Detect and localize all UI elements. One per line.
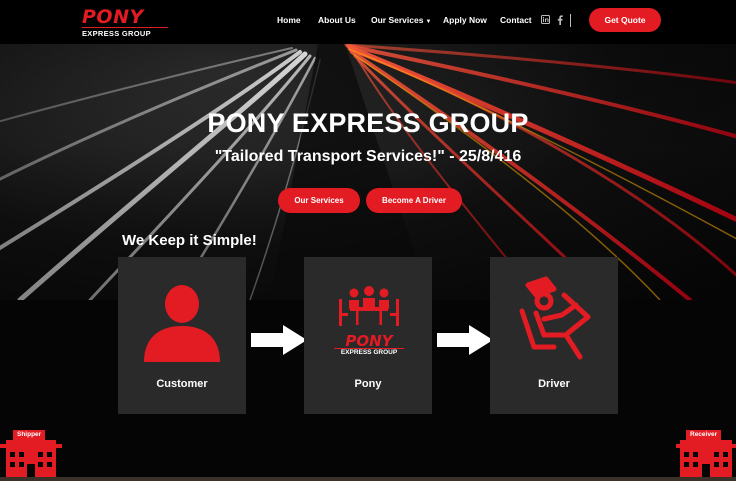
- arrow-right-icon: [251, 325, 307, 355]
- ground-strip: [0, 477, 736, 481]
- meeting-icon: [339, 286, 399, 326]
- brand-logo[interactable]: PONY EXPRESS GROUP: [82, 6, 168, 38]
- facebook-icon[interactable]: [557, 15, 563, 27]
- arrow-right-icon: [437, 325, 493, 355]
- hero-title: PONY EXPRESS GROUP: [207, 108, 529, 138]
- nav-our-services-label: Our Services: [371, 15, 424, 25]
- process-label-pony: Pony: [354, 378, 382, 390]
- nav-apply-now[interactable]: Apply Now: [443, 15, 487, 25]
- our-services-button[interactable]: Our Services: [278, 188, 360, 213]
- process-card-pony: PONY EXPRESS GROUP Pony: [304, 257, 432, 414]
- logo-main-text: PONY: [82, 6, 144, 28]
- nav-our-services[interactable]: Our Services ▼: [371, 15, 431, 25]
- process-card-customer: Customer: [118, 257, 246, 414]
- shipper-building-icon: [0, 440, 62, 478]
- site-header: PONY EXPRESS GROUP Home About Us Our Ser…: [0, 0, 736, 44]
- pony-logo: PONY EXPRESS GROUP: [334, 334, 404, 356]
- receiver-building-icon: [676, 440, 736, 478]
- get-quote-button[interactable]: Get Quote: [589, 8, 661, 32]
- logo-sub-text: EXPRESS GROUP: [82, 27, 168, 38]
- hero-subtitle: "Tailored Transport Services!" - 25/8/41…: [214, 148, 522, 165]
- pony-logo-sub: EXPRESS GROUP: [334, 348, 404, 356]
- process-label-driver: Driver: [538, 378, 570, 390]
- nav-home[interactable]: Home: [277, 15, 301, 25]
- nav-contact[interactable]: Contact: [500, 15, 532, 25]
- driver-icon: [519, 276, 591, 360]
- user-icon: [144, 285, 220, 362]
- process-label-customer: Customer: [156, 378, 208, 390]
- pony-logo-main: PONY: [345, 332, 393, 350]
- chevron-down-icon: ▼: [425, 19, 432, 25]
- become-a-driver-button[interactable]: Become A Driver: [366, 188, 462, 213]
- linkedin-icon[interactable]: [541, 15, 550, 26]
- process-card-driver: Driver: [490, 257, 618, 414]
- nav-about-us[interactable]: About Us: [318, 15, 356, 25]
- process-heading: We Keep it Simple!: [122, 232, 257, 249]
- header-divider: [570, 14, 571, 27]
